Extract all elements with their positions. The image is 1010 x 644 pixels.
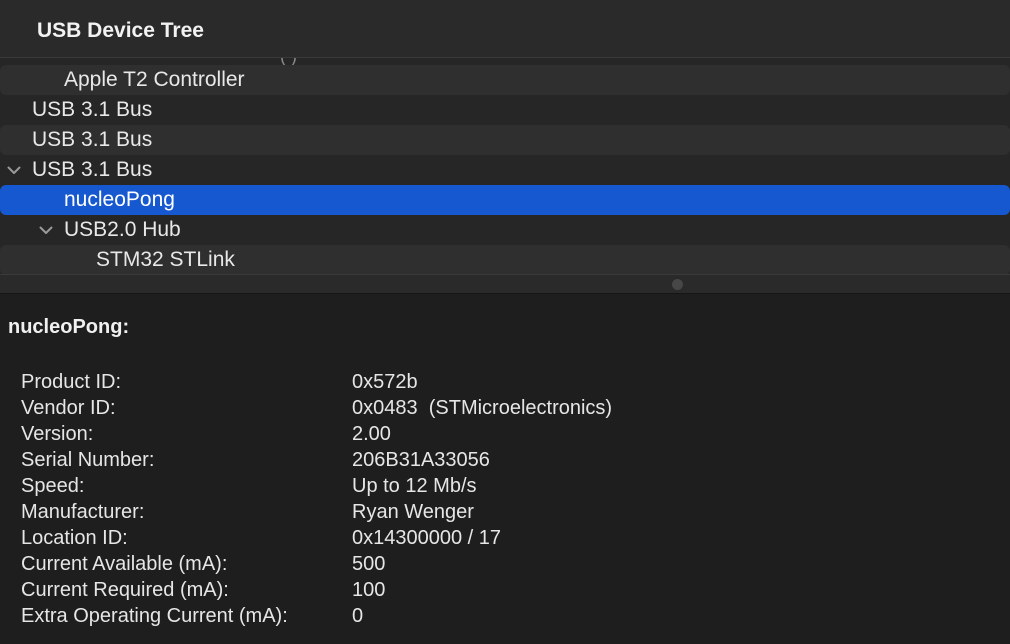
property-key: Speed: [21, 475, 85, 497]
tree-row-label: USB 3.1 Bus [32, 158, 153, 181]
tree-header: USB Device Tree [0, 0, 1010, 58]
property-value: 0x572b [352, 371, 418, 393]
tree-row-nucleopong[interactable]: nucleoPong [0, 185, 1010, 215]
tree-row-usb2-0-hub[interactable]: USB2.0 Hub [0, 215, 1010, 245]
chevron-down-icon[interactable] [5, 155, 23, 185]
tree-row-apple-t2-controller[interactable]: Apple T2 Controller [0, 65, 1010, 95]
property-key: Location ID: [21, 527, 128, 549]
property-row: Current Available (mA): 500 [21, 551, 921, 577]
tree-row-label: Apple T2 Controller [64, 68, 245, 91]
pane-splitter[interactable] [0, 274, 1010, 294]
property-key: Version: [21, 423, 94, 445]
tree-row-usb-3-1-bus-expanded[interactable]: USB 3.1 Bus [0, 155, 1010, 185]
chevron-down-icon[interactable] [37, 215, 55, 245]
property-list: Product ID: 0x572b Vendor ID: 0x0483 (STMi… [21, 369, 921, 629]
tree-row-label: nucleoPong [64, 188, 175, 211]
property-value: 100 [352, 579, 386, 601]
device-tree-pane: USB Device Tree ( ) Apple T2 Controller … [0, 0, 1010, 274]
property-key: Product ID: [21, 371, 122, 393]
tree-header-title: USB Device Tree [37, 19, 204, 42]
property-value: 500 [352, 553, 386, 575]
device-detail-pane: nucleoPong: Product ID: 0x572b Vendor ID:… [0, 294, 1010, 644]
tree-row-label: USB 3.1 Bus [32, 128, 153, 151]
tree-row-stm32-stlink[interactable]: STM32 STLink [0, 245, 1010, 274]
tree-row-usb-3-1-bus[interactable]: USB 3.1 Bus [0, 125, 1010, 155]
tree-row-label: USB2.0 Hub [64, 218, 181, 241]
property-value: Up to 12 Mb/s [352, 475, 477, 497]
property-row: Speed: Up to 12 Mb/s [21, 473, 921, 499]
property-value: 0 [352, 605, 364, 627]
property-key: Extra Operating Current (mA): [21, 605, 288, 627]
property-key: Current Required (mA): [21, 579, 229, 601]
property-value: 206B31A33056 [352, 449, 490, 471]
tree-row-label: USB 3.1 Bus [32, 98, 153, 121]
property-row: Product ID: 0x572b [21, 369, 921, 395]
property-key: Manufacturer: [21, 501, 145, 523]
property-value: 2.00 [352, 423, 391, 445]
property-row: Version: 2.00 [21, 421, 921, 447]
property-value: Ryan Wenger [352, 501, 474, 523]
tree-row-label: STM32 STLink [96, 248, 235, 271]
property-row: Current Required (mA): 100 [21, 577, 921, 603]
property-row: Location ID: 0x14300000 / 17 [21, 525, 921, 551]
tree-row-usb-3-1-bus[interactable]: USB 3.1 Bus [0, 95, 1010, 125]
property-value: 0x14300000 / 17 [352, 527, 502, 549]
property-key: Current Available (mA): [21, 553, 228, 575]
property-value: 0x0483 (STMicroelectronics) [352, 397, 613, 419]
property-key: Vendor ID: [21, 397, 116, 419]
property-row: Vendor ID: 0x0483 (STMicroelectronics) [21, 395, 921, 421]
partially-hidden-row[interactable]: ( ) [0, 58, 1010, 65]
property-row: Serial Number: 206B31A33056 [21, 447, 921, 473]
partially-hidden-row-label: ( ) [280, 58, 297, 65]
splitter-handle-icon[interactable] [672, 279, 683, 290]
property-row: Manufacturer: Ryan Wenger [21, 499, 921, 525]
property-key: Serial Number: [21, 449, 155, 471]
detail-title: nucleoPong: [8, 316, 130, 338]
property-row: Extra Operating Current (mA): 0 [21, 603, 921, 629]
